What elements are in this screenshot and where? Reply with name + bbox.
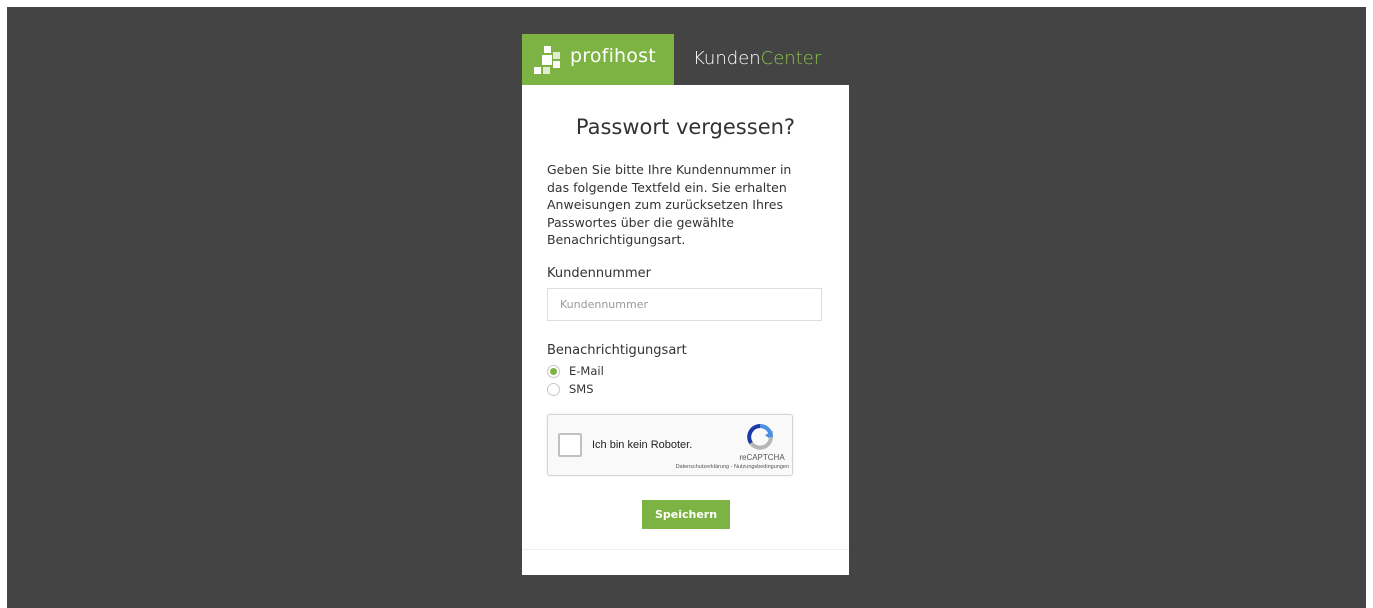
app-name: KundenCenter [693,48,821,69]
radio-selected-dot [550,367,557,375]
radio-sms[interactable] [547,382,560,396]
card-divider [522,549,849,550]
customer-number-label: Kundennummer [547,266,651,281]
profihost-logo-icon [534,46,560,74]
captcha-label: Ich bin kein Roboter. [592,439,693,451]
recaptcha-widget: Ich bin kein Roboter. reCAPTCHA Datensch… [547,414,793,476]
option-label-sms: SMS [569,382,594,396]
option-label-email: E-Mail [569,364,604,378]
notification-option-email[interactable]: E-Mail [547,363,604,379]
app-name-accent: Center [760,48,822,69]
customer-number-input[interactable] [547,288,822,321]
notification-option-sms[interactable]: SMS [547,381,594,397]
profihost-logo[interactable]: profihost [522,34,674,85]
logo-text: profihost [570,45,656,67]
radio-email[interactable] [547,364,560,378]
intro-text: Geben Sie bitte Ihre Kundennummer in das… [547,162,792,247]
captcha-checkbox[interactable] [558,433,582,457]
recaptcha-links[interactable]: Datenschutzerklärung - Nutzungsbedingung… [676,464,789,470]
notification-type-label: Benachrichtigungsart [547,343,687,358]
recaptcha-icon [747,424,773,450]
save-button[interactable]: Speichern [642,500,730,529]
recaptcha-brand: reCAPTCHA [739,453,785,462]
page-title: Passwort vergessen? [575,115,796,139]
app-name-main: Kunden [693,48,761,69]
brand-header: profihost KundenCenter [522,34,849,85]
password-reset-card: Passwort vergessen? Geben Sie bitte Ihre… [522,85,849,575]
